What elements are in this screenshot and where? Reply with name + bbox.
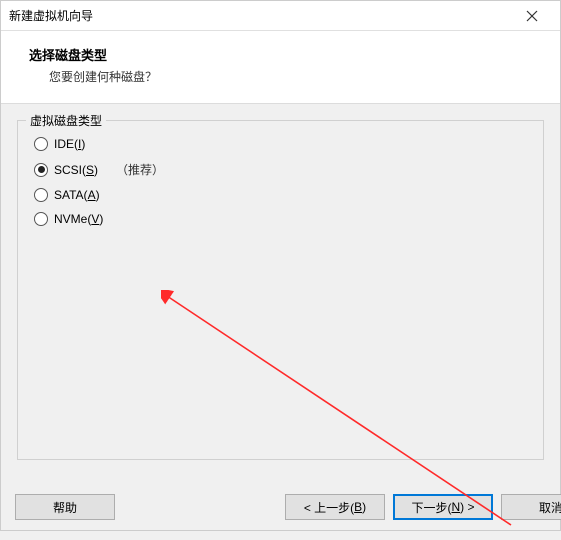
radio-scsi[interactable]: SCSI(S) （推荐）	[34, 161, 531, 178]
window-title: 新建虚拟机向导	[9, 7, 93, 24]
header-area: 选择磁盘类型 您要创建何种磁盘？	[1, 31, 560, 104]
radio-ide[interactable]: IDE(I)	[34, 137, 531, 151]
radio-icon	[34, 137, 48, 151]
back-button[interactable]: < 上一步(B)	[285, 494, 385, 520]
radio-nvme[interactable]: NVMe(V)	[34, 212, 531, 226]
wizard-dialog: 新建虚拟机向导 选择磁盘类型 您要创建何种磁盘？ 虚拟磁盘类型 IDE(I) S…	[0, 0, 561, 531]
radio-icon	[34, 212, 48, 226]
group-label: 虚拟磁盘类型	[26, 112, 106, 129]
page-title: 选择磁盘类型	[29, 45, 536, 64]
page-subtitle: 您要创建何种磁盘？	[29, 68, 536, 85]
titlebar: 新建虚拟机向导	[1, 1, 560, 31]
disk-type-group: 虚拟磁盘类型 IDE(I) SCSI(S) （推荐） SATA(A)	[17, 120, 544, 460]
close-icon	[526, 10, 538, 22]
recommended-label: （推荐）	[116, 161, 164, 178]
help-button[interactable]: 帮助	[15, 494, 115, 520]
radio-icon	[34, 163, 48, 177]
cancel-button[interactable]: 取消	[501, 494, 561, 520]
button-bar: 帮助 < 上一步(B) 下一步(N) > 取消	[1, 484, 560, 530]
content-area: 虚拟磁盘类型 IDE(I) SCSI(S) （推荐） SATA(A)	[1, 104, 560, 484]
radio-icon	[34, 188, 48, 202]
radio-label-scsi: SCSI(S)	[54, 163, 98, 177]
radio-label-nvme: NVMe(V)	[54, 212, 103, 226]
radio-label-ide: IDE(I)	[54, 137, 85, 151]
radio-sata[interactable]: SATA(A)	[34, 188, 531, 202]
radio-label-sata: SATA(A)	[54, 188, 100, 202]
close-button[interactable]	[512, 2, 552, 30]
next-button[interactable]: 下一步(N) >	[393, 494, 493, 520]
